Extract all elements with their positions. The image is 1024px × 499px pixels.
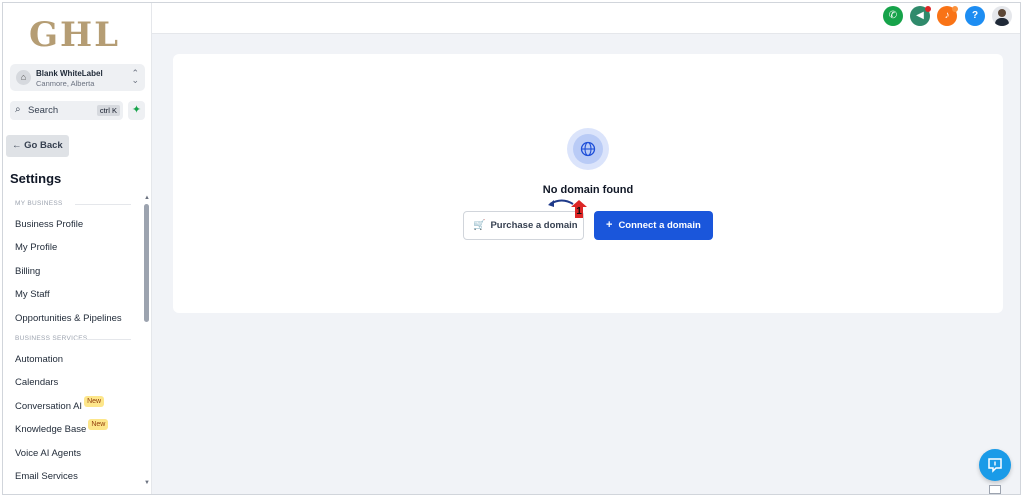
search-shortcut: ctrl K (96, 105, 120, 116)
purchase-domain-label: Purchase a domain (490, 220, 578, 231)
chat-support-button[interactable] (979, 449, 1011, 481)
top-bar: ✆ ◀ ♪ ? (152, 3, 1020, 34)
settings-nav: MY BUSINESS Business Profile My Profile … (3, 195, 143, 488)
help-icon[interactable]: ? (965, 6, 985, 26)
step-marker: 1 (571, 200, 587, 218)
user-avatar[interactable] (992, 6, 1012, 26)
globe-icon-container (567, 128, 609, 170)
app-window: GHL ⌂ Blank WhiteLabel Canmore, Alberta … (2, 2, 1021, 495)
sidebar-item-voice-ai-agents[interactable]: Voice AI Agents (3, 442, 143, 465)
search-icon: ⌕ (15, 104, 21, 115)
avatar-body (995, 18, 1009, 26)
globe-icon (573, 134, 603, 164)
account-name: Blank WhiteLabel (36, 69, 103, 78)
scroll-up-icon[interactable]: ▲ (144, 195, 150, 201)
notification-dot (925, 6, 931, 12)
plus-icon: + (606, 219, 613, 231)
settings-title: Settings (10, 171, 62, 186)
sidebar-item-my-staff[interactable]: My Staff (3, 283, 143, 306)
domain-empty-state-card: No domain found 🛒 Purchase a domain + Conn… (173, 54, 1003, 313)
sidebar-item-calendars[interactable]: Calendars (3, 371, 143, 394)
sidebar-item-label: Knowledge Base (15, 424, 87, 436)
sidebar-scrollbar[interactable] (144, 204, 149, 322)
search-label: Search (28, 105, 59, 116)
new-badge: New (84, 395, 105, 407)
chat-icon (988, 458, 1002, 473)
download-icon[interactable] (989, 485, 1001, 494)
sidebar-item-knowledge-base[interactable]: Knowledge Base New (3, 418, 143, 441)
account-location: Canmore, Alberta (36, 79, 95, 88)
brand-logo[interactable]: GHL (29, 15, 120, 55)
section-header: BUSINESS SERVICES (3, 330, 143, 348)
avatar-head (998, 9, 1006, 17)
scroll-down-icon[interactable]: ▼ (144, 480, 150, 486)
step-marker-number: 1 (576, 206, 582, 217)
sidebar-item-label: Conversation AI (15, 400, 83, 412)
sidebar-item-email-services[interactable]: Email Services (3, 465, 143, 488)
connect-domain-button[interactable]: + Connect a domain (594, 211, 713, 240)
sidebar-item-business-profile[interactable]: Business Profile (3, 213, 143, 236)
search-input[interactable]: ⌕ Search ctrl K (10, 101, 123, 120)
connect-domain-label: Connect a domain (618, 220, 701, 231)
phone-icon[interactable]: ✆ (883, 6, 903, 26)
go-back-button[interactable]: ← Go Back (6, 135, 69, 157)
purchase-domain-button[interactable]: 🛒 Purchase a domain (463, 211, 584, 240)
sidebar-item-opportunities[interactable]: Opportunities & Pipelines (3, 307, 143, 330)
sidebar-item-billing[interactable]: Billing (3, 260, 143, 283)
new-badge: New (88, 419, 109, 431)
empty-state-title: No domain found (542, 184, 634, 196)
sparkle-icon[interactable]: ✦ (128, 101, 145, 120)
cart-icon: 🛒 (473, 220, 486, 231)
account-switcher[interactable]: ⌂ Blank WhiteLabel Canmore, Alberta ⌃ ⌄ (10, 64, 145, 91)
sidebar-item-automation[interactable]: Automation (3, 348, 143, 371)
sidebar: GHL ⌂ Blank WhiteLabel Canmore, Alberta … (3, 3, 152, 494)
sidebar-item-my-profile[interactable]: My Profile (3, 236, 143, 259)
location-icon: ⌂ (16, 70, 31, 85)
section-header: MY BUSINESS (3, 195, 143, 213)
notification-dot (952, 6, 958, 12)
chevron-updown-icon: ⌃ ⌄ (131, 68, 139, 85)
sidebar-item-conversation-ai[interactable]: Conversation AI New (3, 395, 143, 418)
